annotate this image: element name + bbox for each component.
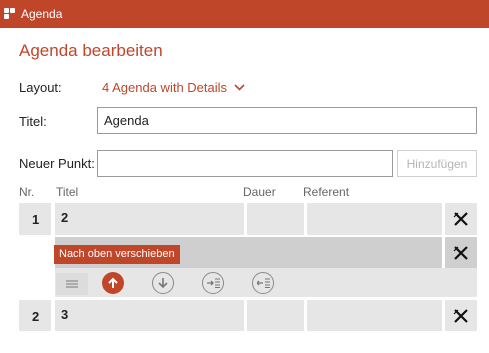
window-titlebar: Agenda	[0, 0, 489, 28]
column-header-presenter: Referent	[303, 185, 350, 199]
drag-handle[interactable]	[56, 273, 88, 295]
drag-handle-icon	[66, 280, 78, 288]
delete-row-button[interactable]	[446, 205, 476, 233]
layout-dropdown[interactable]: 4 Agenda with Details	[102, 80, 245, 95]
row-title: 3	[61, 307, 69, 322]
delete-x-icon	[453, 246, 468, 260]
row-number: 2	[32, 309, 40, 324]
layout-value: 4 Agenda with Details	[102, 80, 228, 95]
move-up-tooltip: Nach oben verschieben	[54, 245, 180, 264]
row-duration-cell[interactable]	[247, 300, 304, 331]
move-down-button[interactable]	[152, 272, 174, 294]
indent-icon	[206, 278, 220, 288]
row-presenter-cell[interactable]	[307, 203, 442, 235]
title-label: Titel:	[19, 114, 47, 129]
move-up-button[interactable]	[102, 272, 124, 294]
column-header-duration: Dauer	[243, 185, 276, 199]
delete-x-icon	[453, 212, 468, 226]
layout-label: Layout:	[19, 80, 62, 95]
indent-button[interactable]	[202, 272, 224, 294]
delete-row-button[interactable]	[446, 239, 476, 267]
row-title: 2	[61, 210, 69, 225]
outdent-button[interactable]	[252, 272, 274, 294]
row-presenter-cell[interactable]	[307, 300, 442, 331]
title-input[interactable]	[97, 107, 477, 134]
add-button[interactable]: Hinzufügen	[397, 150, 477, 177]
delete-x-icon	[453, 309, 468, 323]
page-title: Agenda bearbeiten	[19, 41, 163, 60]
column-header-title: Titel	[56, 185, 79, 199]
row-title-cell[interactable]	[55, 203, 244, 235]
delete-row-button[interactable]	[446, 302, 476, 330]
row-title-cell[interactable]	[55, 300, 244, 331]
new-item-input[interactable]	[97, 150, 393, 177]
app-logo-icon	[4, 8, 16, 20]
arrow-down-icon	[158, 278, 168, 289]
outdent-icon	[256, 278, 270, 288]
row-number: 1	[32, 212, 40, 227]
row-duration-cell[interactable]	[247, 203, 304, 235]
new-item-label: Neuer Punkt:	[19, 156, 95, 171]
window-title: Agenda	[21, 7, 63, 21]
chevron-down-icon	[234, 84, 245, 91]
arrow-up-icon	[108, 277, 118, 288]
column-header-nr: Nr.	[19, 185, 35, 199]
